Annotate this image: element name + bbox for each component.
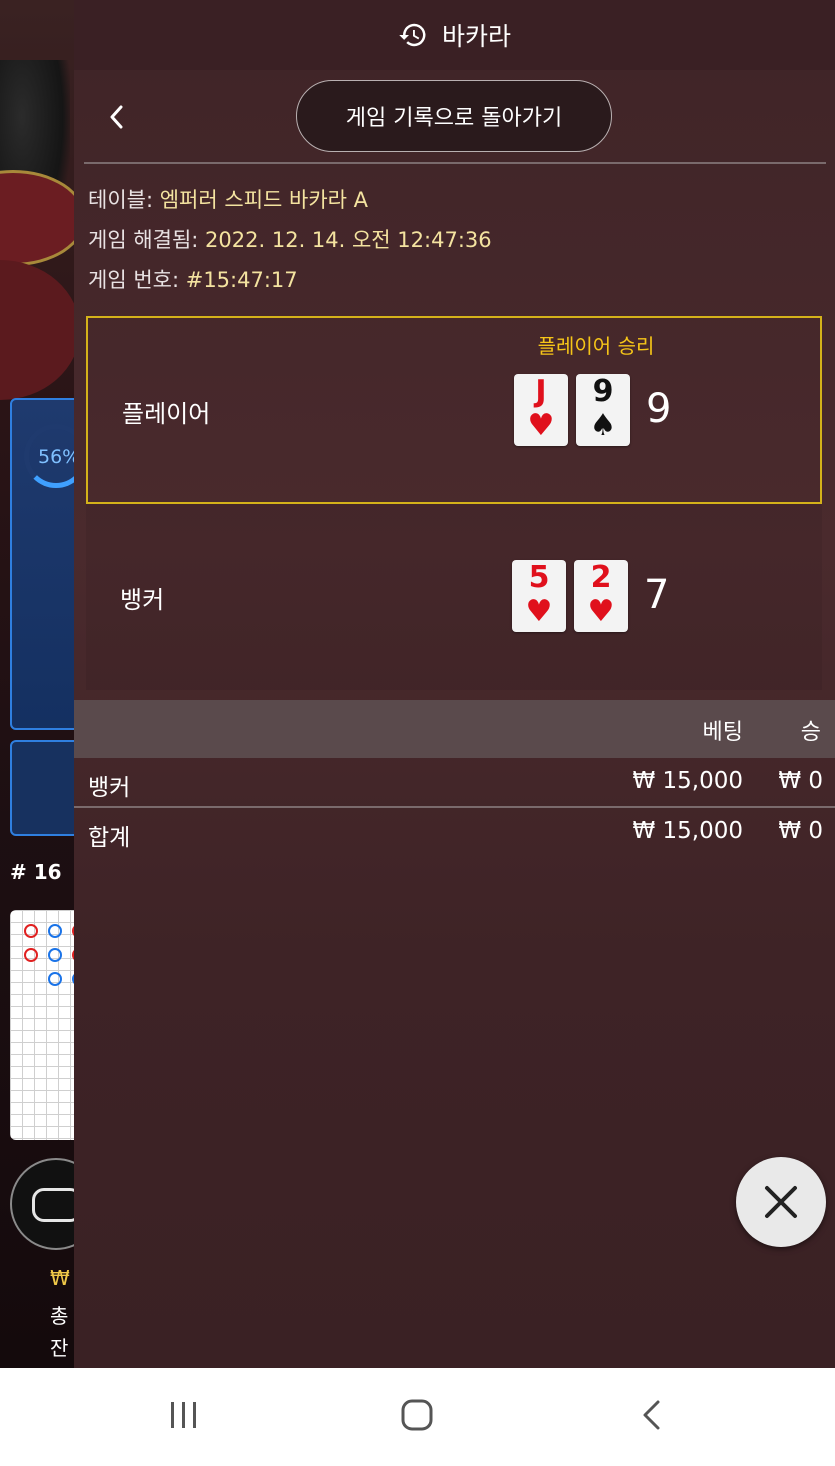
card-rank: 9 [592, 374, 614, 409]
header-win: 승 [800, 720, 821, 745]
card-rank: J [535, 374, 547, 409]
table-row: 합계 ₩ 15,000 ₩ 0 [74, 810, 835, 858]
info-table-label: 테이블: [88, 188, 154, 212]
table-felt [0, 260, 74, 400]
close-button[interactable] [736, 1157, 826, 1247]
system-nav-bar [0, 1368, 835, 1466]
total-bet-label: 총 [50, 1304, 69, 1328]
remaining-label: 잔 [50, 1336, 69, 1360]
header-bet: 베팅 [702, 720, 743, 745]
info-number-value: #15:47:17 [185, 268, 298, 292]
panel-title: 바카라 [441, 22, 511, 51]
banker-label: 뱅커 [120, 586, 165, 614]
player-label: 플레이어 [122, 400, 211, 428]
banker-result: 뱅커 5 ♥ 2 ♥ 7 [86, 504, 822, 690]
heart-suit-icon: ♥ [527, 408, 555, 443]
card-rank: 2 [590, 560, 612, 595]
info-resolved-value: 2022. 12. 14. 오전 12:47:36 [205, 228, 492, 252]
banker-score: 7 [644, 572, 670, 618]
banker-cards: 5 ♥ 2 ♥ [512, 560, 628, 632]
player-cards: J ♥ 9 ♠ [514, 374, 630, 446]
close-icon [765, 1186, 797, 1218]
info-table-value: 엠퍼러 스피드 바카라 A [159, 188, 369, 212]
heart-suit-icon: ♥ [587, 594, 615, 629]
chevron-left-icon[interactable] [102, 100, 132, 134]
round-number: # 16 [10, 860, 62, 884]
heart-suit-icon: ♥ [525, 594, 553, 629]
table-row: 뱅커 ₩ 15,000 ₩ 0 [74, 760, 835, 808]
nav-back-icon[interactable] [638, 1398, 664, 1432]
divider [74, 806, 835, 808]
playing-card: 2 ♥ [574, 560, 628, 632]
bet-amount: ₩ 15,000 [632, 768, 743, 794]
balance-label: ₩ [50, 1266, 70, 1290]
nav-home-icon[interactable] [400, 1398, 434, 1432]
history-icon [399, 23, 426, 47]
nav-recents-icon[interactable] [168, 1400, 200, 1430]
info-number: 게임 번호: #15:47:17 [88, 264, 298, 294]
bet-name: 뱅커 [88, 775, 131, 801]
playing-card: 9 ♠ [576, 374, 630, 446]
winner-label: 플레이어 승리 [537, 334, 655, 358]
playing-card: 5 ♥ [512, 560, 566, 632]
bet-name: 합계 [88, 825, 131, 851]
divider [84, 162, 826, 164]
back-to-history-button[interactable]: 게임 기록으로 돌아가기 [296, 80, 612, 152]
bet-win: ₩ 0 [778, 818, 823, 844]
info-resolved: 게임 해결됨: 2022. 12. 14. 오전 12:47:36 [88, 224, 492, 254]
player-score: 9 [646, 386, 672, 432]
table-image [0, 170, 74, 266]
player-result: 플레이어 승리 플레이어 J ♥ 9 ♠ 9 [86, 316, 822, 504]
bet-amount: ₩ 15,000 [632, 818, 743, 844]
card-rank: 5 [528, 560, 550, 595]
bets-table-header: 베팅 승 [74, 700, 835, 758]
playing-card: J ♥ [514, 374, 568, 446]
info-table: 테이블: 엠퍼러 스피드 바카라 A [88, 184, 368, 214]
info-resolved-label: 게임 해결됨: [88, 228, 199, 252]
info-number-label: 게임 번호: [88, 268, 180, 292]
bet-win: ₩ 0 [778, 768, 823, 794]
game-history-panel: 바카라 게임 기록으로 돌아가기 테이블: 엠퍼러 스피드 바카라 A 게임 해… [74, 0, 835, 1368]
panel-title-bar: 바카라 [74, 0, 835, 70]
spade-suit-icon: ♠ [589, 408, 617, 443]
